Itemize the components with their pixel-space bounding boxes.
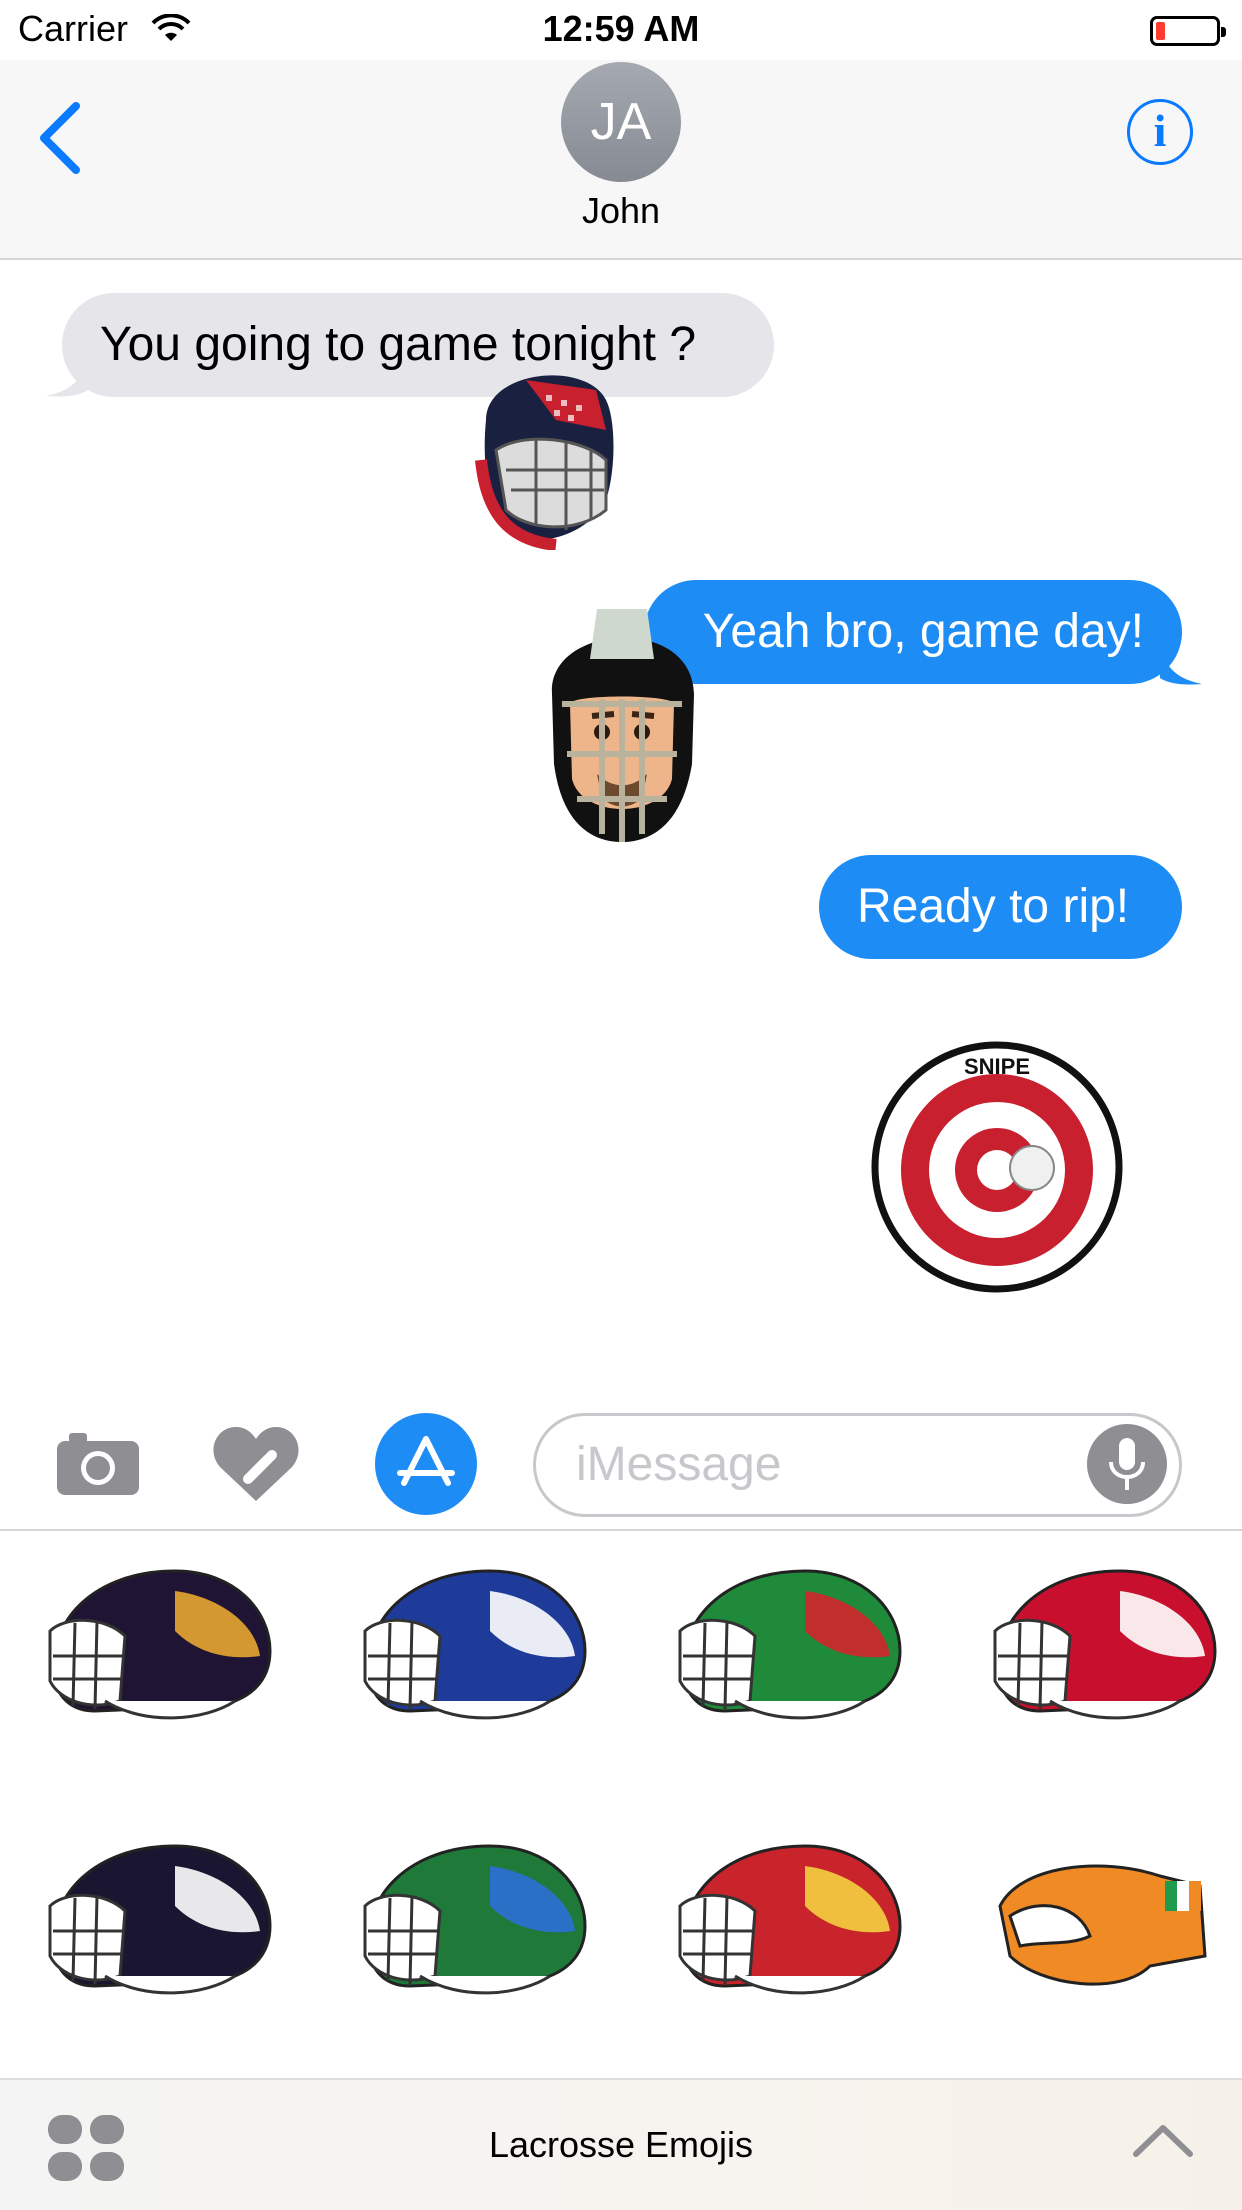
microphone-button[interactable]	[1087, 1424, 1167, 1504]
status-bar: Carrier 12:59 AM	[0, 0, 1242, 60]
outgoing-message[interactable]: Ready to rip!	[819, 855, 1182, 959]
sticker-helmet-israel[interactable]	[350, 1561, 590, 1731]
app-name: Lacrosse Emojis	[488, 2124, 754, 2165]
target-sticker-label: SNIPE	[964, 1054, 1030, 1079]
outgoing-message[interactable]: Yeah bro, game day!	[644, 580, 1182, 684]
app-drawer-bar: Lacrosse Emojis	[0, 2078, 1242, 2210]
contact-name[interactable]: John	[0, 190, 1242, 232]
sticker-drawer	[0, 1529, 1242, 2080]
sticker-helmet-eagle[interactable]	[35, 1561, 275, 1731]
app-store-button[interactable]	[375, 1413, 477, 1515]
conversation-header: JA John i	[0, 60, 1242, 260]
sticker-helmet-italy[interactable]	[665, 1561, 905, 1731]
target-sticker[interactable]: SNIPE	[870, 1040, 1124, 1294]
sticker-helmet-earth[interactable]	[350, 1836, 590, 2006]
incoming-message[interactable]: You going to game tonight ?	[62, 293, 774, 397]
sticker-helmet-uganda[interactable]	[665, 1836, 905, 2006]
battery-icon	[1150, 16, 1226, 46]
digital-touch-heart-icon[interactable]	[212, 1425, 300, 1503]
clock: 12:59 AM	[542, 8, 700, 49]
goalie-face-sticker[interactable]	[542, 604, 702, 846]
camera-icon[interactable]	[55, 1427, 141, 1497]
sticker-glove-ireland[interactable]	[980, 1836, 1220, 2006]
contact-avatar[interactable]: JA	[561, 62, 681, 182]
lacrosse-helmet-sticker[interactable]	[466, 360, 620, 550]
microphone-icon	[1109, 1438, 1145, 1490]
sticker-helmet-scots[interactable]	[35, 1836, 275, 2006]
back-chevron-icon[interactable]	[32, 98, 86, 178]
sticker-helmet-japan[interactable]	[980, 1561, 1220, 1731]
chevron-up-icon[interactable]	[1132, 2122, 1194, 2158]
info-icon[interactable]: i	[1127, 99, 1193, 165]
app-store-icon	[397, 1436, 455, 1486]
message-input-placeholder: iMessage	[576, 1438, 782, 1491]
message-input[interactable]: iMessage	[533, 1413, 1182, 1517]
